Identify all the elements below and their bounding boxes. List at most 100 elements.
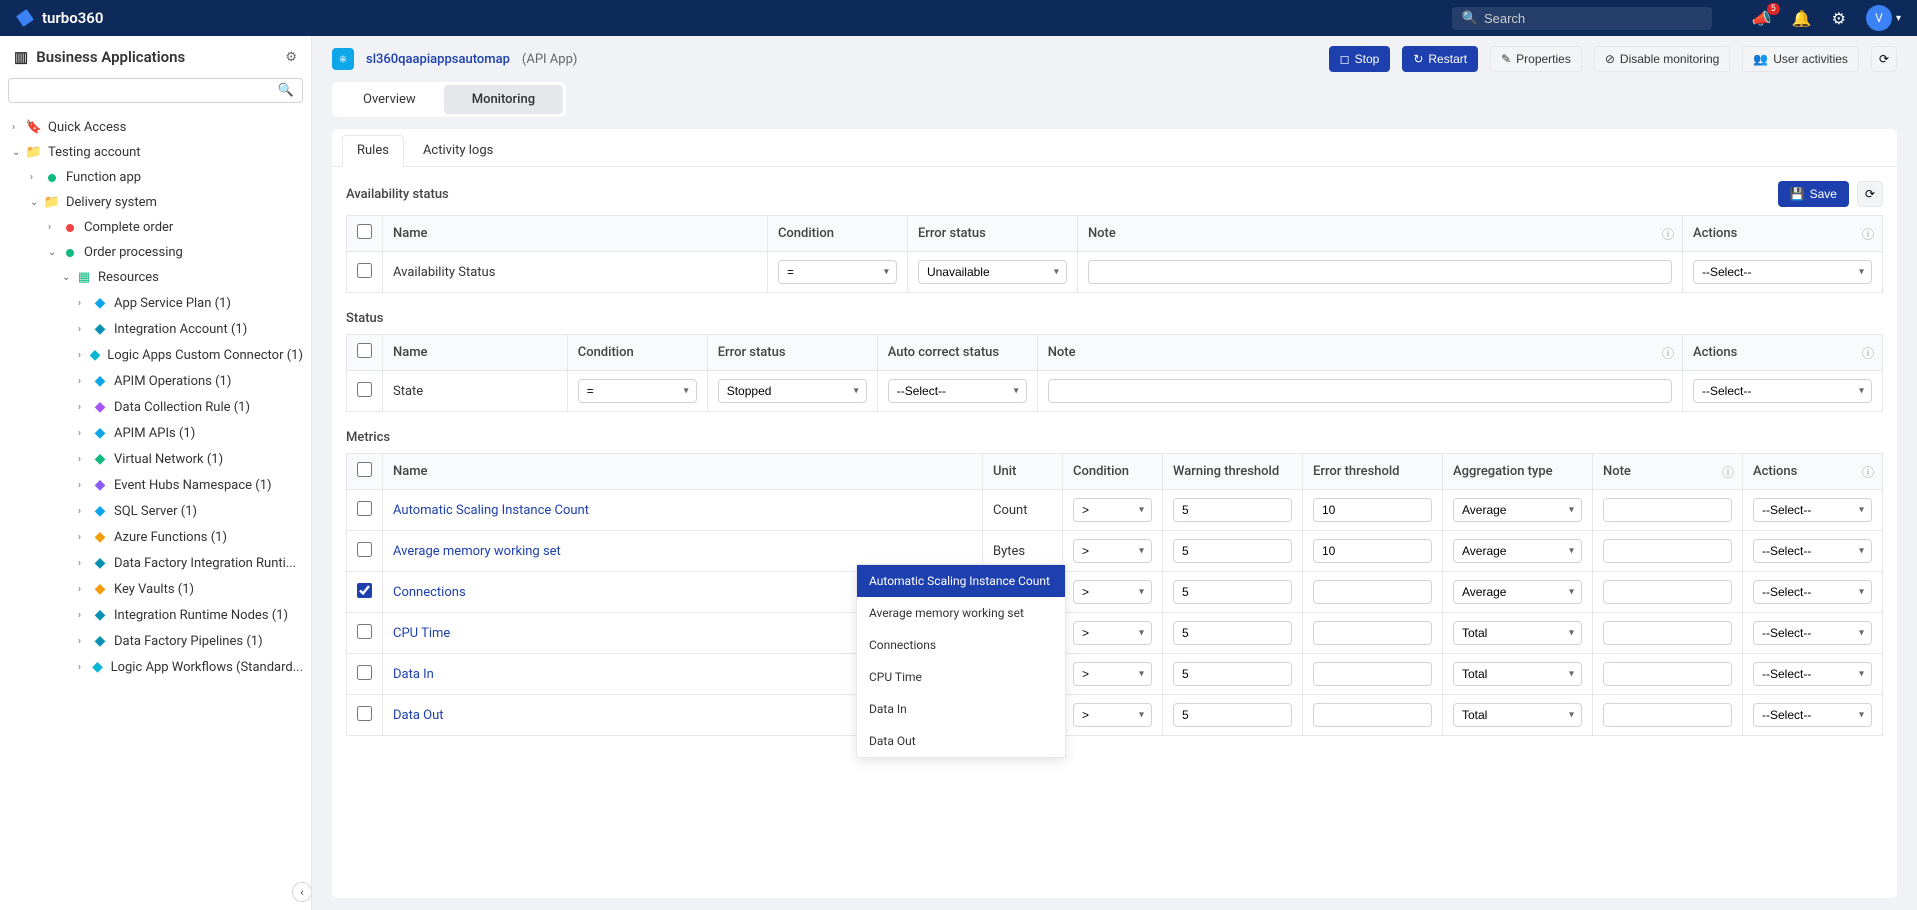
tree-order-processing[interactable]: ⌄ Order processing (0, 240, 311, 265)
tree-testing-account[interactable]: ⌄ 📁 Testing account (0, 140, 311, 165)
tree-resource-item[interactable]: › ◆ Azure Functions (1) (0, 524, 311, 550)
info-icon[interactable]: ⓘ (1662, 344, 1674, 361)
sidebar-search-input[interactable] (17, 84, 278, 98)
tree-resource-item[interactable]: › ◆ Logic Apps Custom Connector (1) (0, 342, 311, 368)
select-all-checkbox[interactable] (357, 462, 372, 477)
aggregation-select[interactable]: Total (1453, 662, 1582, 686)
condition-select[interactable]: > (1073, 662, 1152, 686)
aggregation-select[interactable]: Average (1453, 498, 1582, 522)
tree-resource-item[interactable]: › ◆ SQL Server (1) (0, 498, 311, 524)
stop-button[interactable]: ◻Stop (1329, 46, 1391, 72)
select-all-checkbox[interactable] (357, 343, 372, 358)
metric-name-link[interactable]: CPU Time (393, 626, 450, 641)
metric-name-link[interactable]: Connections (393, 585, 466, 600)
user-menu[interactable]: V ▾ (1866, 5, 1901, 31)
actions-select[interactable]: --Select-- (1753, 621, 1872, 645)
note-input[interactable] (1088, 260, 1672, 284)
info-icon[interactable]: ⓘ (1662, 225, 1674, 242)
tree-function-app[interactable]: › Function app (0, 165, 311, 190)
note-input[interactable] (1603, 621, 1732, 645)
error-status-select[interactable]: Unavailable (918, 260, 1067, 284)
dropdown-item[interactable]: Average memory working set (857, 597, 1065, 629)
sidebar-collapse-button[interactable]: ‹ (292, 882, 312, 902)
info-icon[interactable]: ⓘ (1722, 463, 1734, 480)
actions-select[interactable]: --Select-- (1753, 498, 1872, 522)
tree-resource-item[interactable]: › ◆ Integration Runtime Nodes (1) (0, 602, 311, 628)
refresh-button[interactable]: ⟳ (1871, 46, 1897, 72)
error-threshold-input[interactable] (1313, 703, 1432, 727)
auto-correct-select[interactable]: --Select-- (888, 379, 1027, 403)
info-icon[interactable]: ⓘ (1862, 463, 1874, 480)
tree-resource-item[interactable]: › ◆ Data Factory Pipelines (1) (0, 628, 311, 654)
error-threshold-input[interactable] (1313, 580, 1432, 604)
row-checkbox[interactable] (357, 263, 372, 278)
sidebar-gear-icon[interactable]: ⚙ (285, 50, 297, 65)
actions-select[interactable]: --Select-- (1753, 539, 1872, 563)
actions-select[interactable]: --Select-- (1693, 379, 1872, 403)
row-checkbox[interactable] (357, 501, 372, 516)
user-activities-button[interactable]: 👥User activities (1742, 46, 1859, 72)
actions-select[interactable]: --Select-- (1753, 580, 1872, 604)
condition-select[interactable]: = (778, 260, 897, 284)
row-checkbox[interactable] (357, 706, 372, 721)
condition-select[interactable]: > (1073, 498, 1152, 522)
note-input[interactable] (1603, 703, 1732, 727)
metric-name-link[interactable]: Data In (393, 667, 434, 682)
row-checkbox[interactable] (357, 542, 372, 557)
condition-select[interactable]: > (1073, 580, 1152, 604)
select-all-checkbox[interactable] (357, 224, 372, 239)
properties-button[interactable]: ✎Properties (1490, 46, 1582, 72)
dropdown-item[interactable]: Connections (857, 629, 1065, 661)
global-search-input[interactable] (1484, 11, 1702, 26)
info-icon[interactable]: ⓘ (1862, 344, 1874, 361)
row-checkbox[interactable] (357, 665, 372, 680)
dropdown-item[interactable]: Data Out (857, 725, 1065, 757)
metric-name-link[interactable]: Automatic Scaling Instance Count (393, 503, 589, 518)
metric-name-link[interactable]: Average memory working set (393, 544, 561, 559)
aggregation-select[interactable]: Average (1453, 580, 1582, 604)
tree-quick-access[interactable]: › 🔖 Quick Access (0, 115, 311, 140)
condition-select[interactable]: > (1073, 539, 1152, 563)
note-input[interactable] (1048, 379, 1672, 403)
tree-complete-order[interactable]: › Complete order (0, 215, 311, 240)
row-checkbox[interactable] (357, 624, 372, 639)
note-input[interactable] (1603, 498, 1732, 522)
dropdown-item[interactable]: CPU Time (857, 661, 1065, 693)
row-checkbox[interactable] (357, 382, 372, 397)
warning-threshold-input[interactable] (1173, 498, 1292, 522)
tree-delivery-system[interactable]: ⌄ 📁 Delivery system (0, 190, 311, 215)
note-input[interactable] (1603, 662, 1732, 686)
sidebar-search[interactable]: 🔍 (8, 78, 303, 103)
subtab-activity-logs[interactable]: Activity logs (408, 135, 508, 166)
dropdown-item[interactable]: Automatic Scaling Instance Count (857, 565, 1065, 597)
tree-resources[interactable]: ⌄ ▦ Resources (0, 265, 311, 290)
condition-select[interactable]: = (578, 379, 697, 403)
warning-threshold-input[interactable] (1173, 621, 1292, 645)
settings-gear-icon[interactable]: ⚙ (1832, 9, 1846, 28)
brand-logo[interactable]: turbo360 (16, 9, 103, 27)
warning-threshold-input[interactable] (1173, 580, 1292, 604)
tab-overview[interactable]: Overview (335, 85, 444, 114)
tree-resource-item[interactable]: › ◆ Event Hubs Namespace (1) (0, 472, 311, 498)
warning-threshold-input[interactable] (1173, 539, 1292, 563)
actions-select[interactable]: --Select-- (1753, 703, 1872, 727)
tree-resource-item[interactable]: › ◆ Integration Account (1) (0, 316, 311, 342)
error-threshold-input[interactable] (1313, 498, 1432, 522)
info-icon[interactable]: ⓘ (1862, 225, 1874, 242)
note-input[interactable] (1603, 580, 1732, 604)
disable-monitoring-button[interactable]: ⊘Disable monitoring (1594, 46, 1730, 72)
tree-resource-item[interactable]: › ◆ Data Collection Rule (1) (0, 394, 311, 420)
row-checkbox[interactable] (357, 583, 372, 598)
restart-button[interactable]: ↻Restart (1402, 46, 1478, 72)
aggregation-select[interactable]: Total (1453, 703, 1582, 727)
actions-select[interactable]: --Select-- (1753, 662, 1872, 686)
error-threshold-input[interactable] (1313, 621, 1432, 645)
refresh-section-button[interactable]: ⟳ (1857, 181, 1883, 207)
tab-monitoring[interactable]: Monitoring (444, 85, 563, 114)
subtab-rules[interactable]: Rules (342, 135, 404, 167)
warning-threshold-input[interactable] (1173, 662, 1292, 686)
announcements-icon[interactable]: 📣5 (1752, 9, 1772, 28)
error-threshold-input[interactable] (1313, 662, 1432, 686)
aggregation-select[interactable]: Total (1453, 621, 1582, 645)
condition-select[interactable]: > (1073, 703, 1152, 727)
